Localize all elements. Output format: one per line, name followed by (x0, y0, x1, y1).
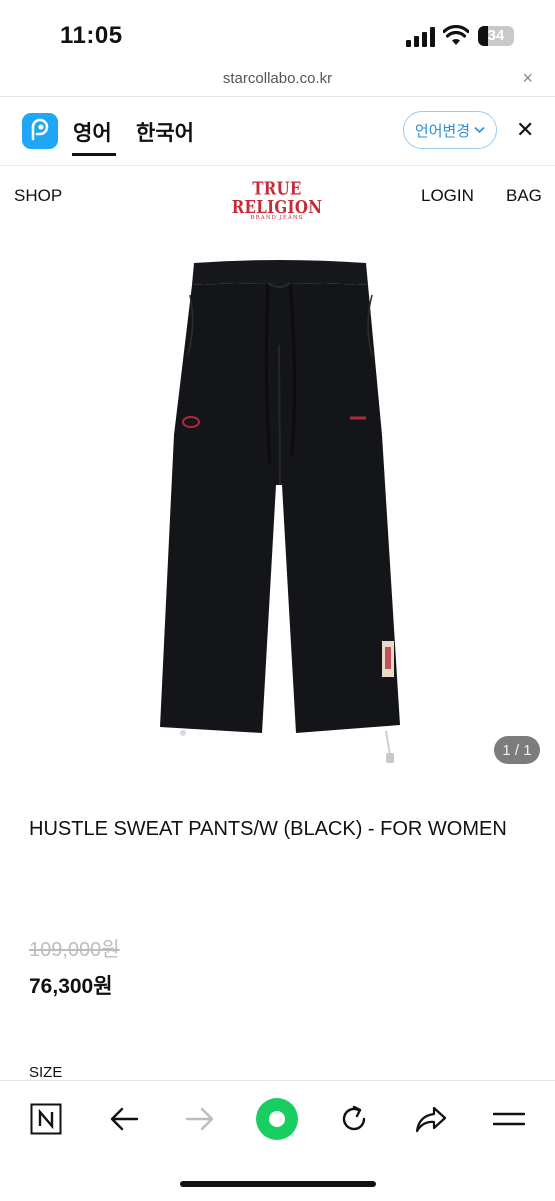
reload-icon (342, 1105, 366, 1131)
url-bar[interactable]: starcollabo.co.kr × (0, 68, 555, 96)
site-header: SHOP TRUE RELIGION BRAND JEANS LOGIN BAG (0, 166, 555, 226)
back-button[interactable] (102, 1097, 146, 1141)
change-language-button[interactable]: 언어변경 (403, 111, 497, 149)
forward-button[interactable] (178, 1097, 222, 1141)
reload-button[interactable] (332, 1097, 376, 1141)
change-language-label: 언어변경 (414, 122, 471, 140)
tab-korean[interactable]: 한국어 (136, 117, 194, 147)
forward-arrow-icon (185, 1107, 214, 1131)
share-icon (415, 1106, 447, 1133)
login-link[interactable]: LOGIN (421, 186, 474, 206)
status-bar: 11:05 34 (0, 0, 555, 70)
active-tab-indicator (72, 153, 116, 156)
chevron-down-icon (474, 126, 485, 134)
shop-link[interactable]: SHOP (14, 186, 62, 206)
product-title: HUSTLE SWEAT PANTS/W (BLACK) - FOR WOMEN (29, 818, 507, 840)
cellular-signal-icon (406, 27, 435, 47)
wifi-icon (443, 25, 469, 45)
green-dot-icon (256, 1098, 298, 1140)
naver-n-icon (30, 1103, 62, 1135)
menu-button[interactable] (487, 1097, 531, 1141)
battery-icon: 34 (478, 26, 514, 46)
url-close-button[interactable]: × (522, 68, 533, 89)
tab-english[interactable]: 영어 (73, 117, 112, 147)
green-dot-button[interactable] (255, 1097, 299, 1141)
size-label: SIZE (29, 1064, 63, 1081)
papago-logo-icon[interactable] (22, 113, 58, 149)
back-arrow-icon (110, 1107, 139, 1131)
translate-close-button[interactable]: ✕ (516, 117, 534, 143)
status-time: 11:05 (60, 22, 123, 49)
original-price: 109,000원 (29, 939, 120, 961)
translate-bar: 영어 한국어 언어변경 ✕ (0, 97, 555, 165)
url-text[interactable]: starcollabo.co.kr (0, 70, 555, 87)
menu-icon (493, 1112, 525, 1126)
image-page-counter: 1 / 1 (494, 736, 540, 764)
product-image[interactable] (150, 255, 410, 775)
brand-name: TRUE RELIGION (231, 178, 323, 218)
home-indicator (180, 1181, 376, 1187)
sale-price: 76,300원 (29, 975, 113, 998)
battery-level: 34 (487, 27, 505, 44)
brand-logo[interactable]: TRUE RELIGION BRAND JEANS (222, 180, 332, 221)
bag-link[interactable]: BAG (506, 186, 542, 206)
share-button[interactable] (409, 1097, 453, 1141)
naver-home-button[interactable] (24, 1097, 68, 1141)
